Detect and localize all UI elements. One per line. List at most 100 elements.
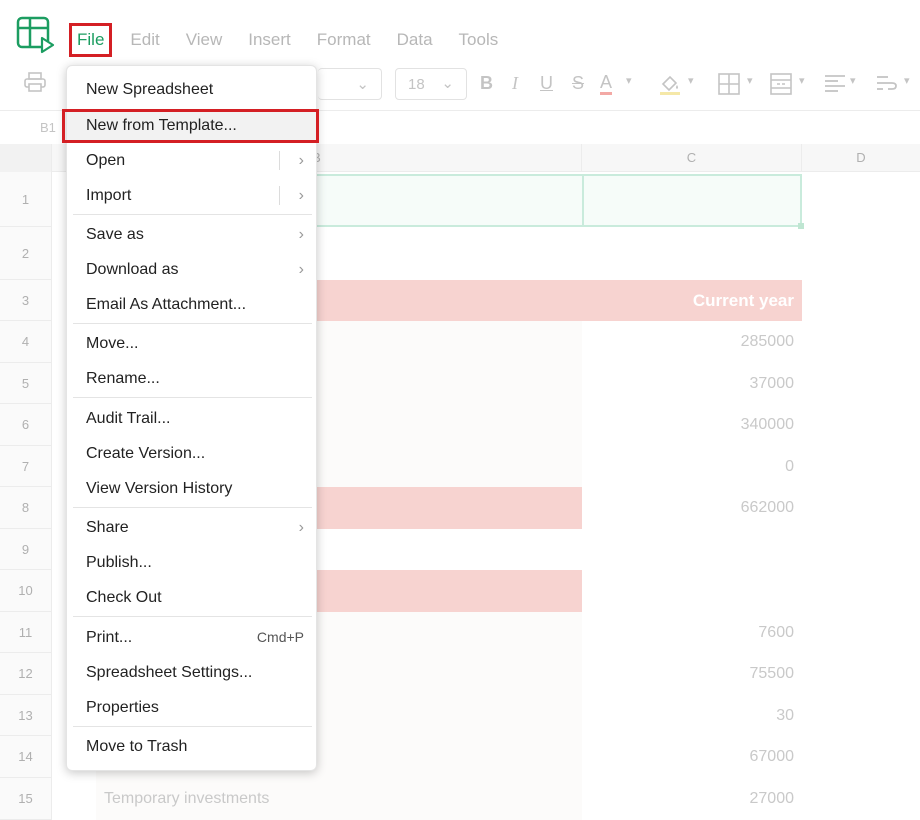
row-header[interactable]: 7 — [0, 446, 52, 487]
cell-c6[interactable]: 340000 — [582, 404, 802, 446]
menu-item-create-version[interactable]: Create Version... — [67, 437, 318, 470]
menu-bar: File Edit View Insert Format Data Tools — [66, 22, 524, 58]
chevron-down-icon[interactable]: ▾ — [904, 74, 910, 87]
row-header[interactable]: 6 — [0, 404, 52, 446]
row-header[interactable]: 3 — [0, 280, 52, 321]
chevron-down-icon[interactable]: ▾ — [626, 74, 632, 87]
merge-cells-icon[interactable] — [770, 73, 792, 100]
menu-item-rename[interactable]: Rename... — [67, 362, 318, 395]
submenu-divider — [279, 186, 280, 205]
row-header[interactable]: 9 — [0, 529, 52, 570]
cell-c7[interactable]: 0 — [582, 446, 802, 487]
menu-separator — [73, 397, 312, 398]
fill-handle[interactable] — [798, 223, 804, 229]
menu-item-label: Rename... — [86, 370, 160, 387]
select-all-corner[interactable] — [0, 144, 52, 172]
menu-item-email-attachment[interactable]: Email As Attachment... — [67, 288, 318, 321]
italic-button[interactable]: I — [512, 73, 518, 94]
menu-item-share[interactable]: Share › — [67, 511, 318, 544]
font-color-button[interactable]: A — [600, 72, 613, 95]
print-icon[interactable] — [24, 72, 46, 97]
row-header[interactable]: 14 — [0, 736, 52, 778]
menu-separator — [73, 507, 312, 508]
column-header-c[interactable]: C — [582, 144, 802, 172]
row-header[interactable]: 4 — [0, 321, 52, 363]
menu-item-spreadsheet-settings[interactable]: Spreadsheet Settings... — [67, 656, 318, 689]
chevron-down-icon[interactable]: ▾ — [688, 74, 694, 87]
menu-item-download-as[interactable]: Download as › — [67, 253, 318, 286]
menu-tools[interactable]: Tools — [459, 22, 499, 58]
cell-c13[interactable]: 30 — [582, 695, 802, 736]
menu-item-check-out[interactable]: Check Out — [67, 581, 318, 614]
cell-selection[interactable] — [296, 174, 804, 229]
text-wrap-icon[interactable] — [876, 73, 898, 98]
menu-item-save-as[interactable]: Save as › — [67, 218, 318, 251]
menu-edit[interactable]: Edit — [130, 22, 159, 58]
underline-button[interactable]: U — [540, 73, 553, 94]
fill-color-icon[interactable] — [658, 72, 682, 101]
row-header[interactable]: 11 — [0, 612, 52, 653]
align-left-icon[interactable] — [824, 73, 846, 98]
menu-file[interactable]: File — [69, 23, 113, 57]
borders-icon[interactable] — [718, 73, 740, 100]
menu-item-publish[interactable]: Publish... — [67, 546, 318, 579]
menu-separator — [73, 616, 312, 617]
cell-c5[interactable]: 37000 — [582, 363, 802, 404]
cell-c4[interactable]: 285000 — [582, 321, 802, 363]
chevron-right-icon: › — [298, 152, 304, 169]
menu-item-new-spreadsheet[interactable]: New Spreadsheet — [67, 73, 318, 106]
strikethrough-button[interactable]: S — [572, 73, 584, 94]
menu-separator — [73, 726, 312, 727]
cell-c15[interactable]: 27000 — [582, 778, 802, 820]
row-header[interactable]: 15 — [0, 778, 52, 820]
menu-item-print[interactable]: Print... Cmd+P — [67, 621, 318, 654]
cell-c3[interactable]: Current year — [582, 280, 802, 321]
menu-item-move-to-trash[interactable]: Move to Trash — [67, 730, 318, 763]
chevron-down-icon: ⌄ — [356, 76, 369, 93]
chevron-right-icon: › — [298, 519, 304, 536]
row-header[interactable]: 1 — [0, 172, 52, 227]
submenu-divider — [279, 151, 280, 170]
bold-button[interactable]: B — [480, 73, 493, 94]
row-header[interactable]: 5 — [0, 363, 52, 404]
font-family-select[interactable]: ⌄ — [318, 68, 382, 100]
row-header[interactable]: 2 — [0, 227, 52, 280]
menu-format[interactable]: Format — [317, 22, 371, 58]
chevron-right-icon: › — [298, 187, 304, 204]
menu-item-move[interactable]: Move... — [67, 327, 318, 360]
row-header[interactable]: 13 — [0, 695, 52, 736]
row-header[interactable]: 10 — [0, 570, 52, 612]
menu-item-label: Open — [86, 152, 126, 169]
menu-item-version-history[interactable]: View Version History — [67, 472, 318, 505]
cell-c14[interactable]: 67000 — [582, 736, 802, 778]
menu-item-label: Publish... — [86, 554, 152, 571]
cell-c11[interactable]: 7600 — [582, 612, 802, 653]
menu-item-open[interactable]: Open › — [67, 144, 318, 177]
menu-item-label: Check Out — [86, 589, 162, 606]
menu-item-import[interactable]: Import › — [67, 179, 318, 212]
menu-item-label: New Spreadsheet — [86, 81, 214, 98]
menu-separator — [73, 214, 312, 215]
row-header[interactable]: 12 — [0, 653, 52, 695]
column-header-d[interactable]: D — [802, 144, 920, 172]
chevron-down-icon[interactable]: ▾ — [799, 74, 805, 87]
cell-b15[interactable]: Temporary investments — [96, 778, 582, 820]
menu-item-properties[interactable]: Properties — [67, 691, 318, 724]
chevron-down-icon[interactable]: ▾ — [747, 74, 753, 87]
menu-insert[interactable]: Insert — [248, 22, 291, 58]
app-logo-icon[interactable] — [16, 16, 56, 54]
cell-c8[interactable]: 662000 — [582, 487, 802, 529]
menu-data[interactable]: Data — [397, 22, 433, 58]
cell-c12[interactable]: 75500 — [582, 653, 802, 695]
font-size-select[interactable]: 18 ⌄ — [395, 68, 467, 100]
menu-item-label: Create Version... — [86, 445, 206, 462]
row-header[interactable]: 8 — [0, 487, 52, 529]
cell-reference[interactable]: B1 — [40, 120, 56, 135]
file-menu-dropdown: New Spreadsheet New from Template... Ope… — [66, 65, 318, 771]
menu-item-label: Print... — [86, 629, 133, 646]
chevron-right-icon: › — [298, 226, 304, 243]
menu-view[interactable]: View — [186, 22, 223, 58]
menu-item-label: Save as — [86, 226, 144, 243]
menu-item-audit-trail[interactable]: Audit Trail... — [67, 402, 318, 435]
chevron-down-icon[interactable]: ▾ — [850, 74, 856, 87]
